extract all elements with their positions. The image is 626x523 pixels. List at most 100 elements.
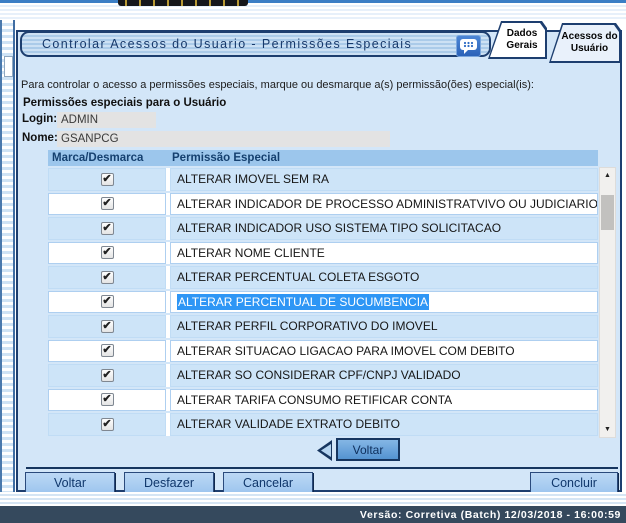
scrollbar-thumb[interactable] [601, 195, 614, 230]
table-header: Marca/Desmarca Permissão Especial [48, 150, 598, 166]
table-row: ✔ ALTERAR PERCENTUAL COLETA ESGOTO [48, 266, 598, 289]
concluir-button[interactable]: Concluir [530, 472, 618, 494]
permission-cell: ALTERAR VALIDADE EXTRATO DEBITO [170, 413, 598, 436]
marca-desmarca-cell: ✔ [48, 389, 166, 412]
permission-label: ALTERAR TARIFA CONSUMO RETIFICAR CONTA [177, 393, 452, 407]
cropped-window-fragment [118, 0, 248, 6]
section-title: Permissões especiais para o Usuário [23, 97, 226, 109]
bottom-striped-band [0, 492, 626, 506]
tab-acessos-do-usuario-label: Acessos do Usuário [549, 23, 621, 63]
tab-acessos-do-usuario[interactable]: Acessos do Usuário [549, 23, 621, 63]
top-striped-band [0, 3, 626, 21]
permission-cell: ALTERAR PERFIL CORPORATIVO DO IMOVEL [170, 315, 598, 338]
tab-dados-gerais[interactable]: Dados Gerais [488, 21, 547, 59]
marca-desmarca-cell: ✔ [48, 413, 166, 436]
permission-label: ALTERAR PERCENTUAL DE SUCUMBENCIA [177, 294, 429, 310]
scrollbar-down-arrow-icon[interactable]: ▼ [600, 422, 615, 437]
marca-desmarca-cell: ✔ [48, 291, 166, 314]
permission-checkbox[interactable]: ✔ [101, 246, 114, 259]
table-row: ✔ ALTERAR INDICADOR DE PROCESSO ADMINISTR… [48, 193, 598, 216]
table-row: ✔ ALTERAR NOME CLIENTE [48, 242, 598, 265]
speech-bubble-icon [459, 38, 478, 55]
table-row: ✔ ALTERAR SITUACAO LIGACAO PARA IMOVEL CO… [48, 340, 598, 363]
table-row: ✔ ALTERAR INDICADOR USO SISTEMA TIPO SOLI… [48, 217, 598, 240]
check-icon: ✔ [102, 419, 111, 430]
cancelar-button[interactable]: Cancelar [223, 472, 313, 494]
permission-label: ALTERAR VALIDADE EXTRATO DEBITO [177, 417, 400, 431]
nome-value-field: GSANPCG [57, 131, 390, 147]
table-row: ✔ ALTERAR IMOVEL SEM RA [48, 168, 598, 191]
permission-cell: ALTERAR TARIFA CONSUMO RETIFICAR CONTA [170, 389, 598, 412]
column-header-marca-desmarca: Marca/Desmarca [48, 152, 169, 164]
permission-cell: ALTERAR INDICADOR DE PROCESSO ADMINISTRA… [170, 193, 598, 216]
main-panel: Controlar Acessos do Usuario - Permissõe… [16, 30, 622, 492]
permission-label: ALTERAR NOME CLIENTE [177, 246, 325, 260]
marca-desmarca-cell: ✔ [48, 217, 166, 240]
permission-checkbox[interactable]: ✔ [101, 418, 114, 431]
permission-checkbox[interactable]: ✔ [101, 320, 114, 333]
scrollbar-up-arrow-icon[interactable]: ▲ [600, 168, 615, 183]
permission-label: ALTERAR INDICADOR DE PROCESSO ADMINISTRA… [177, 197, 598, 211]
voltar-center-button[interactable]: Voltar [336, 438, 400, 461]
permissions-rows: ✔ ALTERAR IMOVEL SEM RA ✔ ALTERAR INDICADOR… [48, 168, 598, 436]
version-text: Versão: Corretiva (Batch) 12/03/2018 - 1… [360, 509, 621, 521]
marca-desmarca-cell: ✔ [48, 168, 166, 191]
permission-cell: ALTERAR NOME CLIENTE [170, 242, 598, 265]
permission-checkbox[interactable]: ✔ [101, 393, 114, 406]
table-row: ✔ ALTERAR SO CONSIDERAR CPF/CNPJ VALIDADO [48, 364, 598, 387]
left-frame-rail [0, 20, 15, 492]
column-header-permissao-especial: Permissão Especial [169, 152, 598, 164]
page-title: Controlar Acessos do Usuario - Permissõe… [22, 37, 412, 51]
help-speech-bubble-icon[interactable] [456, 35, 481, 57]
marca-desmarca-cell: ✔ [48, 340, 166, 363]
permission-cell: ALTERAR IMOVEL SEM RA [170, 168, 598, 191]
desfazer-button[interactable]: Desfazer [124, 472, 214, 494]
check-icon: ✔ [102, 345, 111, 356]
check-icon: ✔ [102, 370, 111, 381]
permission-cell: ALTERAR SITUACAO LIGACAO PARA IMOVEL COM… [170, 340, 598, 363]
permission-checkbox[interactable]: ✔ [101, 344, 114, 357]
nome-label: Nome: [22, 132, 58, 144]
check-icon: ✔ [102, 247, 111, 258]
table-row: ✔ ALTERAR TARIFA CONSUMO RETIFICAR CONTA [48, 389, 598, 412]
permission-cell: ALTERAR SO CONSIDERAR CPF/CNPJ VALIDADO [170, 364, 598, 387]
check-icon: ✔ [102, 321, 111, 332]
check-icon: ✔ [102, 296, 111, 307]
permission-checkbox[interactable]: ✔ [101, 197, 114, 210]
instructions-text: Para controlar o acesso a permissões esp… [21, 79, 617, 91]
table-row: ✔ ALTERAR PERFIL CORPORATIVO DO IMOVEL [48, 315, 598, 338]
permission-checkbox[interactable]: ✔ [101, 222, 114, 235]
permission-checkbox[interactable]: ✔ [101, 271, 114, 284]
gsan-permissions-screen: Controlar Acessos do Usuario - Permissõe… [0, 0, 626, 523]
permission-cell: ALTERAR INDICADOR USO SISTEMA TIPO SOLIC… [170, 217, 598, 240]
permissions-table: Marca/Desmarca Permissão Especial ✔ ALTER… [48, 150, 598, 438]
left-rail-fragment [4, 56, 13, 77]
footer-status-bar: Versão: Corretiva (Batch) 12/03/2018 - 1… [0, 506, 626, 523]
login-value-field: ADMIN [57, 112, 156, 128]
permission-cell: ALTERAR PERCENTUAL DE SUCUMBENCIA [170, 291, 598, 314]
check-icon: ✔ [102, 174, 111, 185]
back-arrow-icon[interactable] [317, 440, 332, 461]
permission-label: ALTERAR IMOVEL SEM RA [177, 172, 329, 186]
permission-label: ALTERAR SITUACAO LIGACAO PARA IMOVEL COM… [177, 344, 515, 358]
permission-checkbox[interactable]: ✔ [101, 295, 114, 308]
table-scrollbar[interactable]: ▲ ▼ [599, 167, 616, 438]
button-bar-separator [26, 467, 618, 469]
page-titlebar: Controlar Acessos do Usuario - Permissõe… [20, 31, 491, 57]
marca-desmarca-cell: ✔ [48, 193, 166, 216]
table-row: ✔ ALTERAR VALIDADE EXTRATO DEBITO [48, 413, 598, 436]
permission-label: ALTERAR SO CONSIDERAR CPF/CNPJ VALIDADO [177, 368, 461, 382]
permission-checkbox[interactable]: ✔ [101, 173, 114, 186]
voltar-button[interactable]: Voltar [25, 472, 115, 494]
login-label: Login: [22, 113, 57, 125]
permission-checkbox[interactable]: ✔ [101, 369, 114, 382]
check-icon: ✔ [102, 223, 111, 234]
marca-desmarca-cell: ✔ [48, 242, 166, 265]
permission-cell: ALTERAR PERCENTUAL COLETA ESGOTO [170, 266, 598, 289]
check-icon: ✔ [102, 198, 111, 209]
marca-desmarca-cell: ✔ [48, 364, 166, 387]
permission-label: ALTERAR PERCENTUAL COLETA ESGOTO [177, 270, 419, 284]
tab-dados-gerais-label: Dados Gerais [488, 21, 547, 59]
marca-desmarca-cell: ✔ [48, 315, 166, 338]
marca-desmarca-cell: ✔ [48, 266, 166, 289]
